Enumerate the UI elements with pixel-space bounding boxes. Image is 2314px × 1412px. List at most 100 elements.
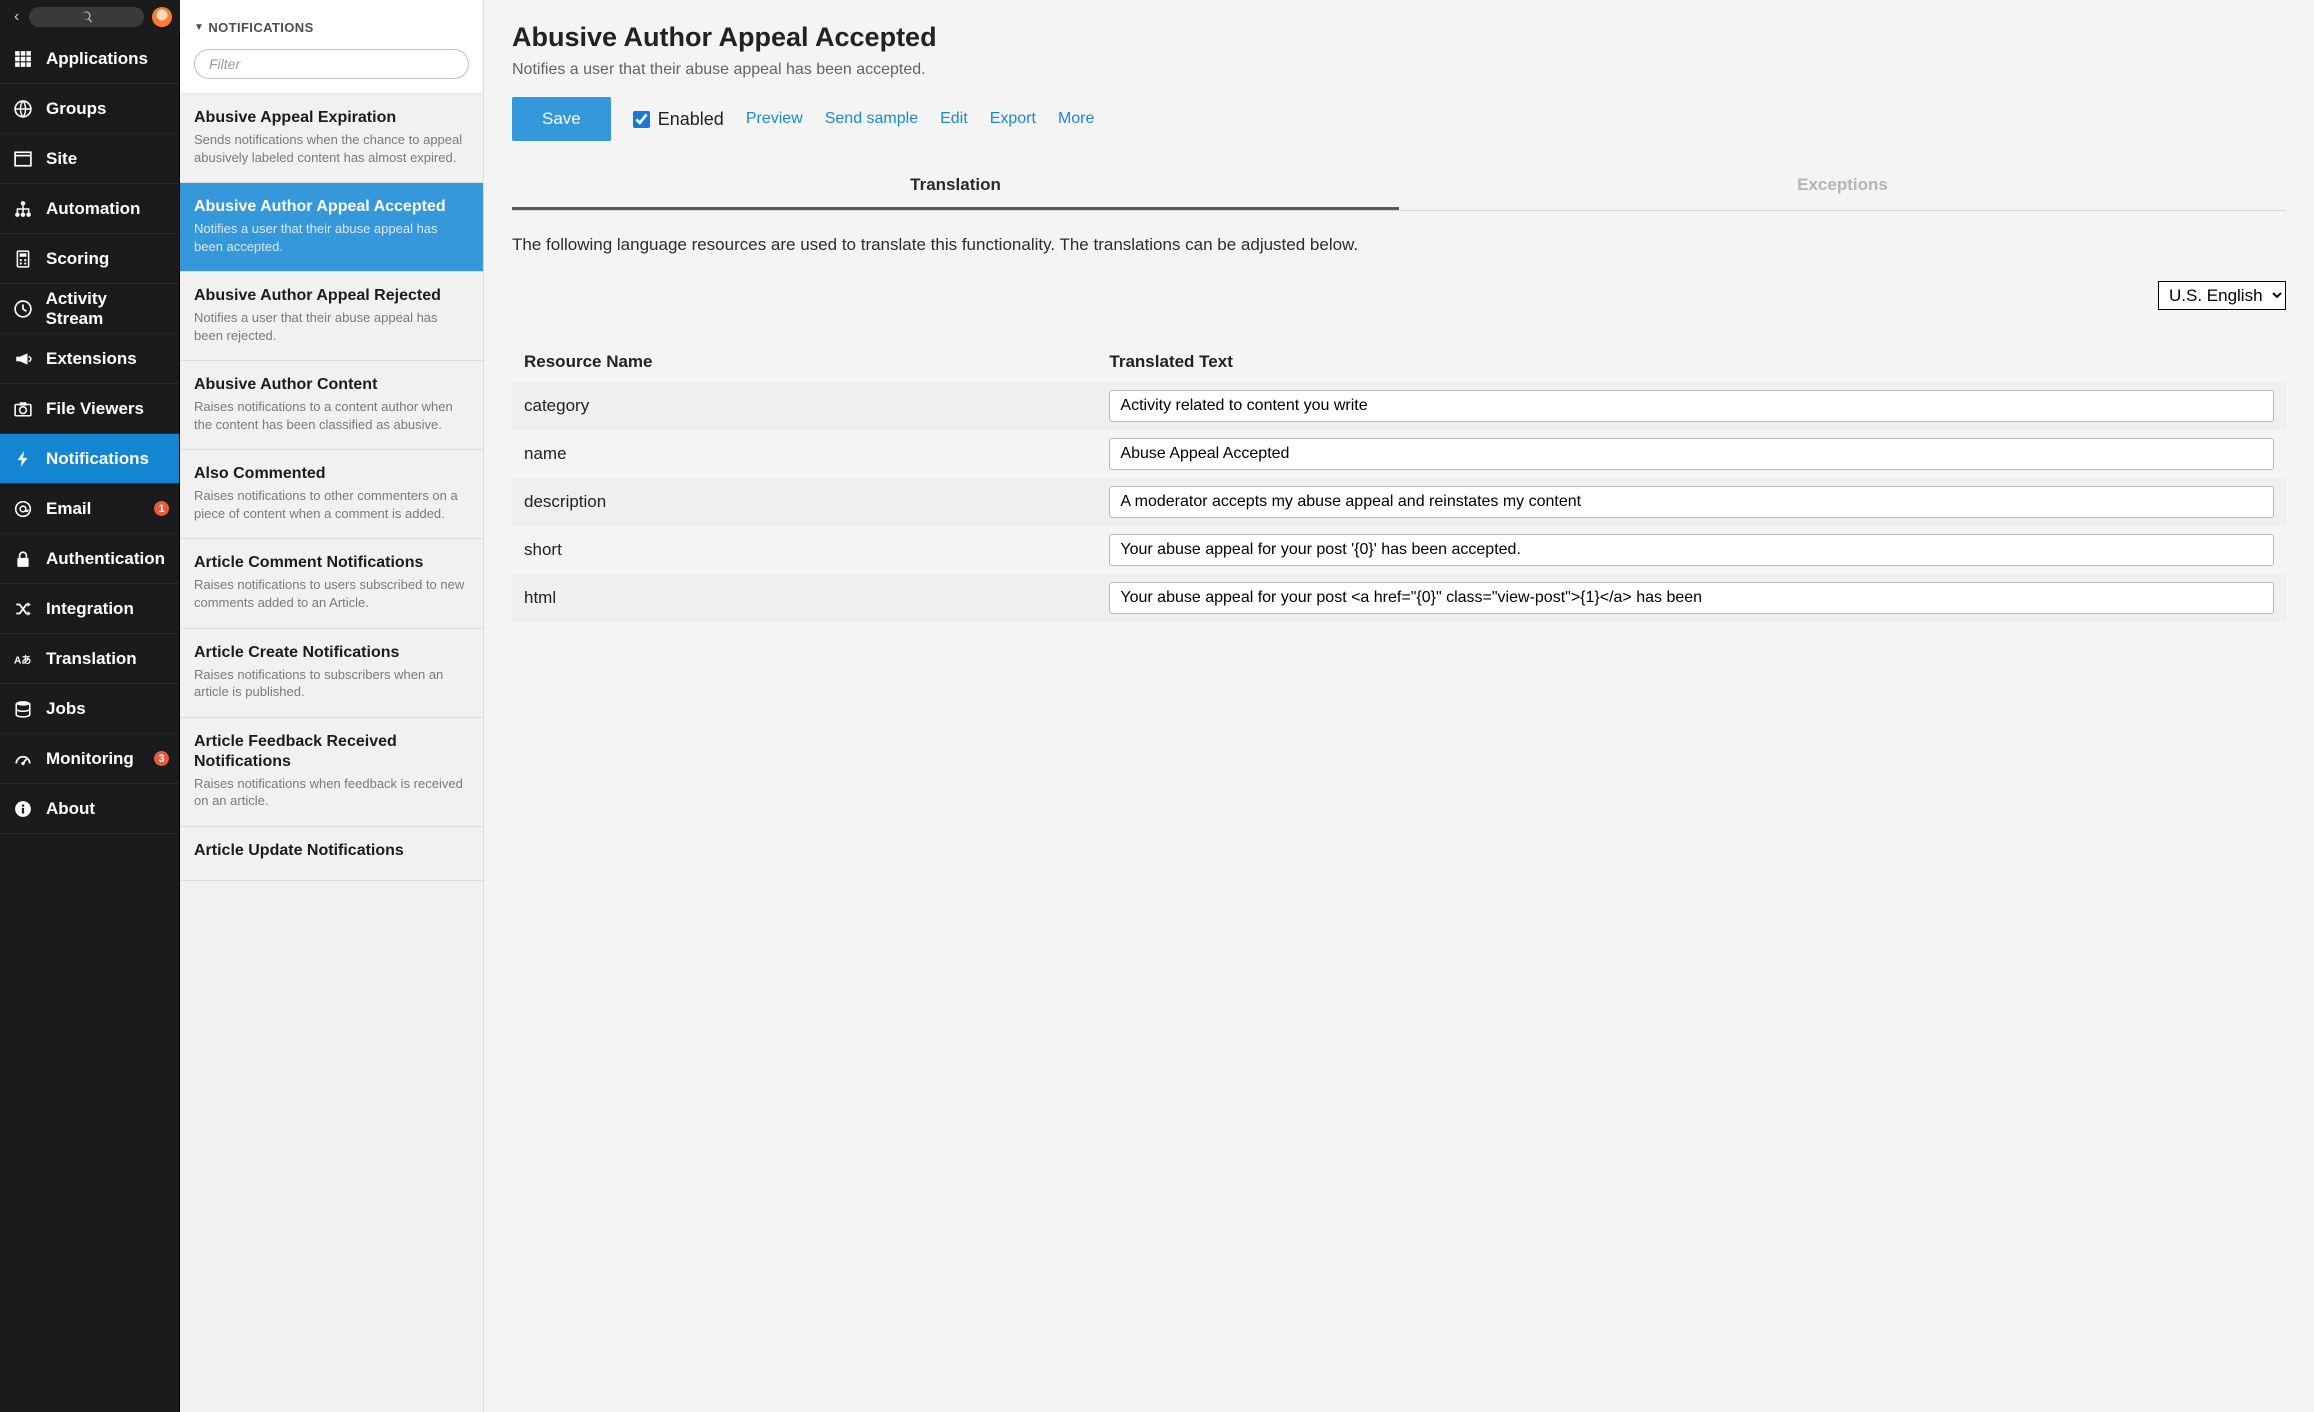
- nav-item-jobs[interactable]: Jobs: [0, 684, 179, 734]
- nav-item-automation[interactable]: Automation: [0, 184, 179, 234]
- nav-badge: 1: [154, 501, 169, 516]
- send-sample-link[interactable]: Send sample: [825, 110, 918, 128]
- notifications-panel: ▼ NOTIFICATIONS Abusive Appeal Expiratio…: [180, 0, 484, 1412]
- table-row: name: [512, 430, 2286, 478]
- nav-item-label: Email: [46, 499, 91, 519]
- notification-item[interactable]: Article Feedback Received NotificationsR…: [180, 718, 483, 827]
- enabled-toggle[interactable]: Enabled: [633, 109, 724, 130]
- resource-name-cell: html: [512, 574, 1097, 622]
- nav-item-label: About: [46, 799, 95, 819]
- nav-item-site[interactable]: Site: [0, 134, 179, 184]
- notification-item-desc: Notifies a user that their abuse appeal …: [194, 220, 469, 255]
- nav-badge: 3: [154, 751, 169, 766]
- col-resource-name: Resource Name: [512, 342, 1097, 382]
- tabs: Translation Exceptions: [512, 163, 2286, 211]
- tab-exceptions[interactable]: Exceptions: [1399, 163, 2286, 210]
- notification-item[interactable]: Also Commented Raises notifications to ot…: [180, 450, 483, 539]
- nav-item-activity-stream[interactable]: Activity Stream: [0, 284, 179, 334]
- notification-item[interactable]: Abusive Author Content Raises notificatio…: [180, 361, 483, 450]
- search-icon: [80, 10, 94, 24]
- nav-item-integration[interactable]: Integration: [0, 584, 179, 634]
- nav-item-label: Scoring: [46, 249, 109, 269]
- nav-item-label: File Viewers: [46, 399, 144, 419]
- export-link[interactable]: Export: [990, 110, 1036, 128]
- nav-item-scoring[interactable]: Scoring: [0, 234, 179, 284]
- notification-item[interactable]: Article Update Notifications: [180, 827, 483, 881]
- notification-item[interactable]: Abusive Author Appeal AcceptedNotifies a…: [180, 183, 483, 272]
- translated-text-input[interactable]: [1109, 486, 2274, 518]
- preview-link[interactable]: Preview: [746, 110, 803, 128]
- nav-item-authentication[interactable]: Authentication: [0, 534, 179, 584]
- nav-item-groups[interactable]: Groups: [0, 84, 179, 134]
- table-row: description: [512, 478, 2286, 526]
- table-row: short: [512, 526, 2286, 574]
- nav-item-label: Extensions: [46, 349, 137, 369]
- nav-item-notifications[interactable]: Notifications: [0, 434, 179, 484]
- save-button[interactable]: Save: [512, 97, 611, 141]
- lock-icon: [12, 550, 34, 568]
- notification-item-desc: Notifies a user that their abuse appeal …: [194, 309, 469, 344]
- svg-text:Aあ: Aあ: [14, 653, 31, 666]
- page-subtitle: Notifies a user that their abuse appeal …: [512, 61, 2286, 79]
- enabled-checkbox[interactable]: [633, 111, 650, 128]
- translated-text-input[interactable]: [1109, 534, 2274, 566]
- nav-item-label: Site: [46, 149, 77, 169]
- notification-item-title: Abusive Author Content: [194, 375, 469, 395]
- notification-item-title: Article Update Notifications: [194, 841, 469, 861]
- notifications-panel-title-text: NOTIFICATIONS: [208, 20, 313, 35]
- nav-item-translation[interactable]: Aあ Translation: [0, 634, 179, 684]
- translated-text-input[interactable]: [1109, 390, 2274, 422]
- col-translated-text: Translated Text: [1097, 342, 2286, 382]
- language-select[interactable]: U.S. English: [2158, 281, 2286, 310]
- nav-item-label: Groups: [46, 99, 106, 119]
- notification-item-title: Abusive Author Appeal Rejected: [194, 286, 469, 306]
- notification-item-title: Also Commented: [194, 464, 469, 484]
- nav-item-label: Translation: [46, 649, 137, 669]
- language-row: U.S. English: [512, 281, 2286, 310]
- notification-item[interactable]: Abusive Author Appeal Rejected Notifies a…: [180, 272, 483, 361]
- notifications-panel-header: ▼ NOTIFICATIONS: [180, 0, 483, 94]
- nav-item-email[interactable]: Email 1: [0, 484, 179, 534]
- notification-item-title: Abusive Appeal Expiration: [194, 108, 469, 128]
- notification-item[interactable]: Article Comment NotificationsRaises noti…: [180, 539, 483, 628]
- nav-item-label: Jobs: [46, 699, 86, 719]
- topbar: ‹: [0, 0, 180, 34]
- filter-input[interactable]: [194, 49, 469, 79]
- translated-text-input[interactable]: [1109, 438, 2274, 470]
- edit-link[interactable]: Edit: [940, 110, 968, 128]
- notification-item-desc: Raises notifications to a content author…: [194, 398, 469, 433]
- back-button[interactable]: ‹: [8, 8, 25, 26]
- nav-item-applications[interactable]: Applications: [0, 34, 179, 84]
- nav-item-monitoring[interactable]: Monitoring3: [0, 734, 179, 784]
- megaphone-icon: [12, 350, 34, 368]
- nav-item-label: Authentication: [46, 549, 165, 569]
- notification-item-desc: Raises notifications to subscribers when…: [194, 666, 469, 701]
- globe-icon: [12, 100, 34, 118]
- notification-item-title: Article Create Notifications: [194, 643, 469, 663]
- resource-name-cell: name: [512, 430, 1097, 478]
- translated-text-input[interactable]: [1109, 582, 2274, 614]
- collapse-triangle-icon: ▼: [194, 22, 204, 33]
- global-search[interactable]: [29, 7, 144, 27]
- user-avatar[interactable]: [152, 7, 172, 27]
- page-title: Abusive Author Appeal Accepted: [512, 22, 2286, 53]
- grid-icon: [12, 50, 34, 68]
- nav-item-extensions[interactable]: Extensions: [0, 334, 179, 384]
- resource-name-cell: category: [512, 382, 1097, 430]
- nav-item-label: Applications: [46, 49, 148, 69]
- camera-icon: [12, 400, 34, 418]
- notification-item-desc: Raises notifications when feedback is re…: [194, 775, 469, 810]
- notification-item[interactable]: Abusive Appeal ExpirationSends notificat…: [180, 94, 483, 183]
- nav-item-about[interactable]: About: [0, 784, 179, 834]
- window-icon: [12, 150, 34, 168]
- lang-icon: Aあ: [12, 650, 34, 668]
- more-link[interactable]: More: [1058, 110, 1094, 128]
- bolt-icon: [12, 450, 34, 468]
- db-icon: [12, 700, 34, 718]
- notification-item[interactable]: Article Create Notifications Raises notif…: [180, 629, 483, 718]
- notifications-panel-title[interactable]: ▼ NOTIFICATIONS: [194, 20, 469, 35]
- notification-item-desc: Raises notifications to other commenters…: [194, 487, 469, 522]
- table-row: html: [512, 574, 2286, 622]
- nav-item-file-viewers[interactable]: File Viewers: [0, 384, 179, 434]
- tab-translation[interactable]: Translation: [512, 163, 1399, 210]
